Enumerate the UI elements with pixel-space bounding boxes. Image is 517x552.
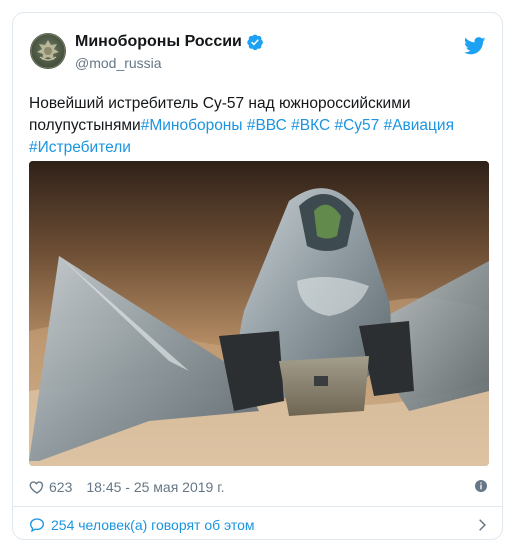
hashtag-link[interactable]: #ВВС	[247, 117, 287, 134]
hashtag-link[interactable]: #ВКС	[291, 117, 330, 134]
speech-bubble-icon	[29, 518, 45, 533]
tweet-card[interactable]: Минобороны России @mod_russia Новейший и…	[12, 12, 503, 540]
hashtag-link[interactable]: #Истребители	[29, 139, 131, 156]
avatar[interactable]	[30, 33, 66, 69]
verified-badge-icon	[247, 34, 263, 51]
heart-icon[interactable]	[29, 479, 45, 495]
emblem-avatar-icon	[30, 33, 66, 69]
twitter-bird-icon[interactable]	[464, 37, 486, 55]
hashtag-link[interactable]: #Су57	[334, 117, 379, 134]
account-handle[interactable]: @mod_russia	[75, 55, 162, 71]
like-count[interactable]: 623	[49, 479, 72, 495]
tweet-media-image[interactable]	[29, 161, 489, 466]
hashtag-link[interactable]: #Авиация	[384, 117, 454, 134]
account-display-name[interactable]: Минобороны России	[75, 33, 242, 51]
hashtag-link[interactable]: #Минобороны	[141, 117, 243, 134]
conversation-link[interactable]: 254 человек(а) говорят об этом	[29, 514, 489, 536]
fighter-jet-photo	[29, 161, 489, 466]
chevron-right-icon[interactable]	[475, 518, 489, 532]
divider	[13, 506, 502, 507]
info-icon[interactable]	[473, 478, 489, 494]
tweet-timestamp[interactable]: 18:45 - 25 мая 2019 г.	[86, 479, 224, 495]
conversation-label[interactable]: 254 человек(а) говорят об этом	[51, 517, 255, 533]
tweet-text: Новейший истребитель Су-57 над южноросси…	[29, 93, 491, 159]
